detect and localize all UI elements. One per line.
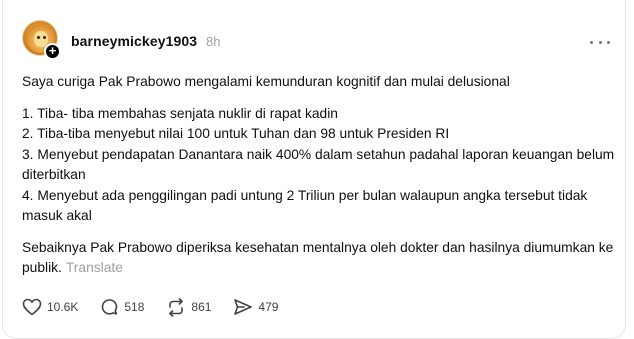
like-count: 10.6K [47, 300, 79, 314]
username[interactable]: barneymickey1903 [71, 33, 197, 49]
post-card[interactable]: + barneymickey1903 8h Saya curiga Pak Pr… [2, 0, 626, 339]
repost-button[interactable]: 861 [166, 297, 212, 317]
more-icon[interactable] [590, 39, 610, 45]
reply-count: 518 [124, 300, 145, 314]
list-item: 3. Menyebut pendapatan Danantara naik 40… [22, 146, 615, 183]
list-item: 2. Tiba-tiba menyebut nilai 100 untuk Tu… [22, 126, 450, 141]
post-list: 1. Tiba- tiba membahas senjata nuklir di… [22, 104, 617, 227]
post-body: Saya curiga Pak Prabowo mengalami kemund… [22, 72, 617, 279]
avatar[interactable]: + [22, 20, 61, 60]
heart-icon [22, 298, 42, 316]
repost-count: 861 [191, 300, 212, 314]
translate-link[interactable]: Translate [66, 260, 123, 275]
follow-button[interactable]: + [44, 43, 61, 60]
repost-icon [169, 297, 184, 317]
post-header: + barneymickey1903 8h [3, 20, 625, 60]
list-item: 1. Tiba- tiba membahas senjata nuklir di… [22, 105, 338, 121]
share-count: 479 [258, 300, 279, 314]
reply-button[interactable]: 518 [100, 298, 144, 317]
post-conclusion: Sebaiknya Pak Prabowo diperiksa kesehata… [22, 238, 617, 279]
post-time[interactable]: 8h [206, 34, 220, 49]
list-item: 4. Menyebut ada penggilingan padi untung… [22, 187, 588, 224]
share-button[interactable]: 479 [233, 298, 278, 316]
action-bar: 10.6K 518 861 479 [22, 296, 300, 318]
send-icon [234, 299, 253, 315]
post-intro: Saya curiga Pak Prabowo mengalami kemund… [22, 74, 510, 89]
comment-icon [102, 298, 118, 315]
like-button[interactable]: 10.6K [22, 298, 78, 316]
